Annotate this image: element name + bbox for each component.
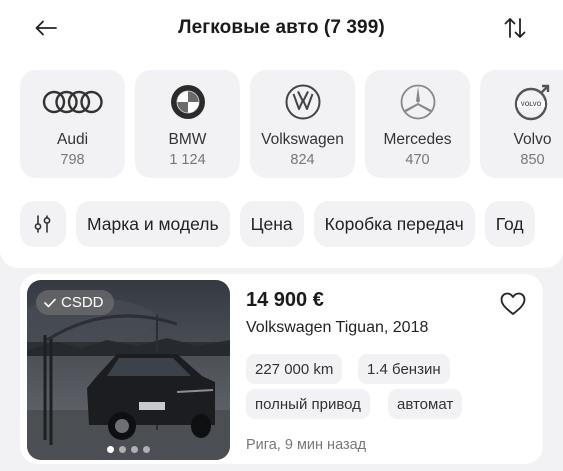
brand-count: 1 124 [169, 152, 206, 168]
brand-name: BMW [168, 131, 207, 148]
bmw-logo [170, 85, 205, 119]
filter-transmission[interactable]: Коробка передач [313, 201, 475, 247]
brand-count: 798 [60, 152, 85, 168]
check-icon [44, 298, 56, 307]
filter-make-model[interactable]: Марка и модель [76, 201, 230, 247]
sliders-icon [34, 215, 51, 233]
brand-carousel[interactable]: Audi 798 BMW 1 124 Volkswagen 824 Merced… [20, 70, 563, 178]
audi-logo [42, 90, 103, 114]
tag-drive: полный привод [246, 389, 370, 419]
listing-card[interactable]: CSDD 14 900 € Volkswagen Tiguan, 2018 22… [20, 274, 543, 464]
filter-bar[interactable]: Марка и модель Цена Коробка передач Год [20, 201, 563, 247]
brand-card-audi[interactable]: Audi 798 [20, 70, 125, 178]
tag-transmission: автомат [388, 389, 463, 419]
brand-count: 824 [290, 152, 315, 168]
photo-pagination [27, 446, 230, 453]
sort-button[interactable] [498, 12, 532, 44]
brand-count: 850 [520, 152, 545, 168]
volkswagen-logo [285, 84, 320, 120]
filter-price[interactable]: Цена [239, 201, 304, 247]
photo-dot[interactable] [131, 446, 138, 453]
header: Легковые авто (7 399) [0, 0, 563, 56]
brand-card-volvo[interactable]: VOLVO Volvo 850 [480, 70, 563, 178]
svg-text:VOLVO: VOLVO [520, 102, 541, 108]
tag-engine: 1.4 бензин [358, 354, 450, 384]
brand-card-volkswagen[interactable]: Volkswagen 824 [250, 70, 355, 178]
brand-count: 470 [405, 152, 430, 168]
csdd-badge-label: CSDD [61, 294, 104, 311]
csdd-badge: CSDD [36, 290, 114, 315]
favorite-button[interactable] [498, 290, 528, 318]
photo-dot[interactable] [107, 446, 114, 453]
mercedes-logo [400, 84, 435, 120]
heart-outline-icon [500, 292, 526, 315]
brand-name: Volvo [513, 131, 552, 148]
listing-location: Рига, 9 мин назад [246, 437, 367, 453]
listing-title[interactable]: Volkswagen Tiguan, 2018 [246, 319, 428, 337]
photo-dot[interactable] [119, 446, 126, 453]
filter-year[interactable]: Год [484, 201, 535, 247]
volvo-logo: VOLVO [514, 84, 549, 121]
filter-settings-button[interactable] [20, 201, 66, 247]
photo-dot[interactable] [143, 446, 150, 453]
listing-price: 14 900 € [246, 289, 324, 311]
page-title: Легковые авто (7 399) [178, 17, 385, 38]
tag-mileage: 227 000 km [246, 354, 343, 384]
brand-card-mercedes[interactable]: Mercedes 470 [365, 70, 470, 178]
listing-photo[interactable]: CSDD [27, 280, 230, 460]
brand-name: Audi [56, 131, 89, 148]
sort-arrows-icon [504, 18, 526, 38]
brand-name: Mercedes [383, 131, 452, 148]
brand-card-bmw[interactable]: BMW 1 124 [135, 70, 240, 178]
brand-name: Volkswagen [261, 131, 344, 148]
